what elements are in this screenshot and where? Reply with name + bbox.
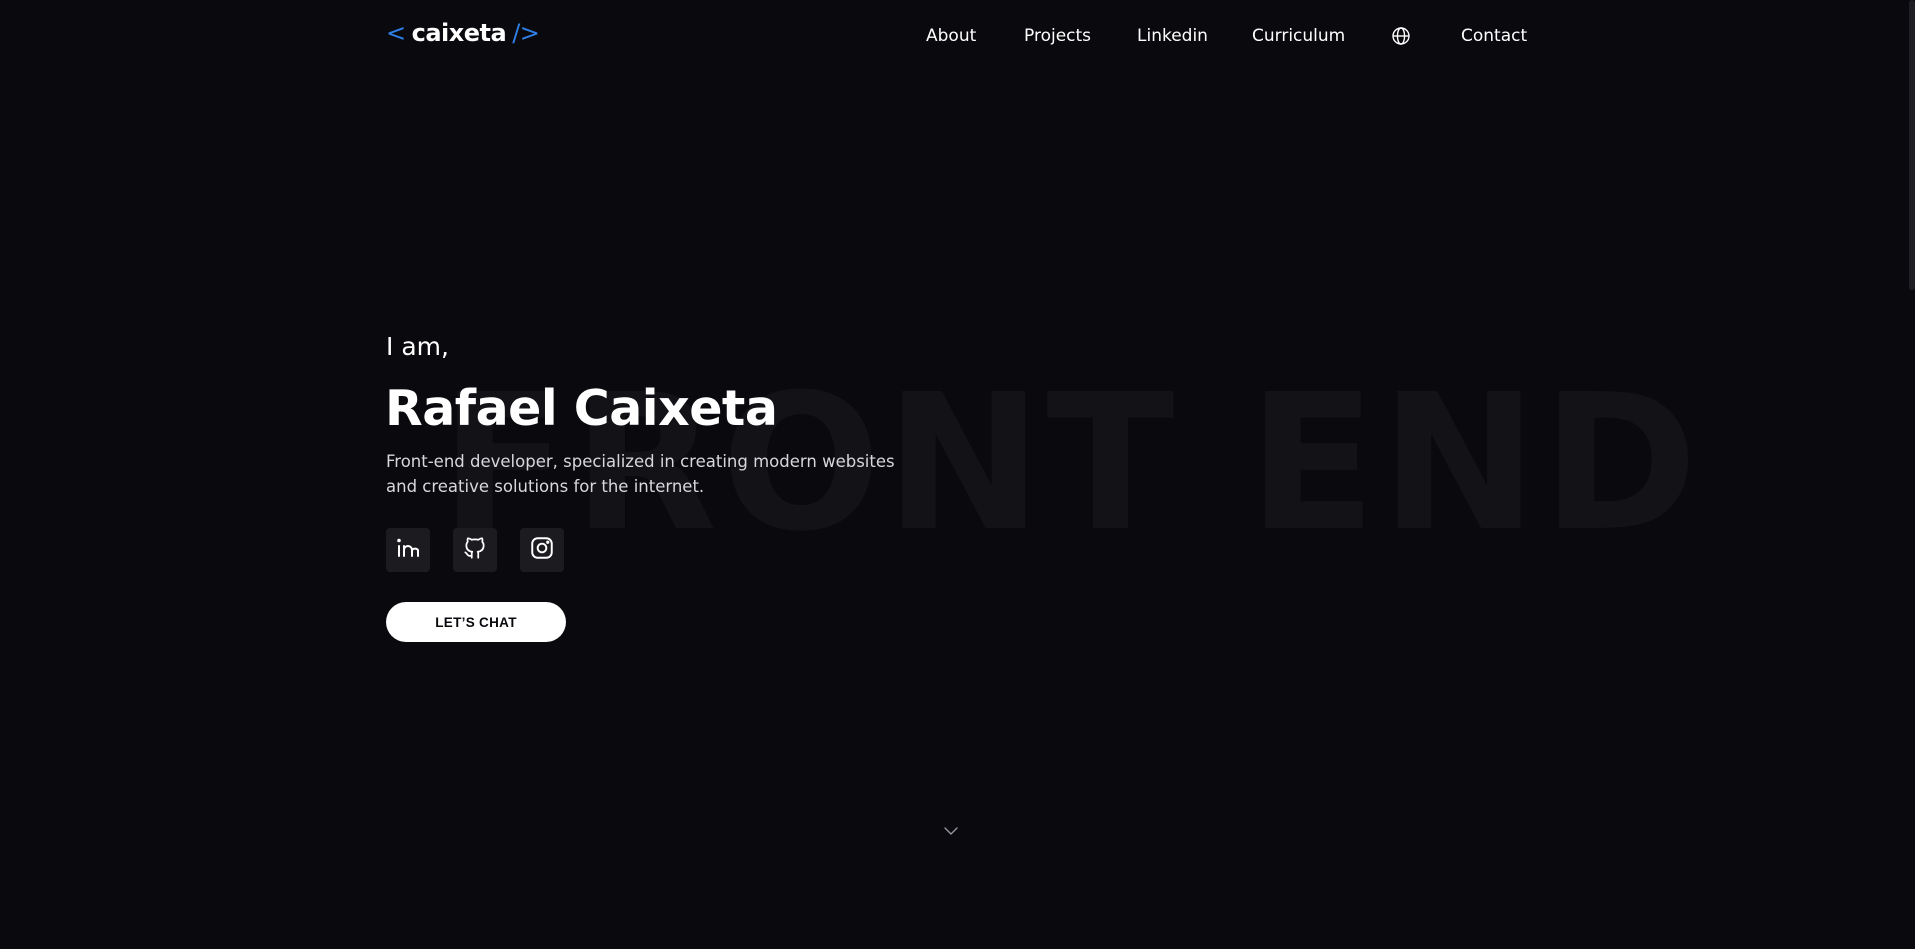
page: < caixeta/> About Projects Linkedin Curri… <box>0 0 1915 949</box>
lets-chat-button[interactable]: LET’S CHAT <box>386 602 566 642</box>
nav-projects[interactable]: Projects <box>1024 24 1091 48</box>
nav-curriculum[interactable]: Curriculum <box>1252 24 1345 48</box>
globe-icon[interactable] <box>1391 26 1411 46</box>
nav-contact[interactable]: Contact <box>1461 24 1527 48</box>
chevron-down-icon[interactable] <box>942 822 960 835</box>
instagram-button[interactable] <box>520 528 564 572</box>
hero-name: Rafael Caixeta <box>385 380 778 437</box>
linkedin-button[interactable] <box>386 528 430 572</box>
github-icon <box>462 535 488 565</box>
hero-greeting: I am, <box>386 332 449 361</box>
nav-about[interactable]: About <box>926 24 976 48</box>
linkedin-icon <box>395 535 421 565</box>
github-button[interactable] <box>453 528 497 572</box>
instagram-icon <box>529 535 555 565</box>
scrollbar[interactable] <box>1909 0 1915 290</box>
hero-description: Front-end developer, specialized in crea… <box>386 452 895 496</box>
nav-linkedin[interactable]: Linkedin <box>1137 24 1208 48</box>
main-nav: About Projects Linkedin Curriculum Conta… <box>0 24 1915 48</box>
